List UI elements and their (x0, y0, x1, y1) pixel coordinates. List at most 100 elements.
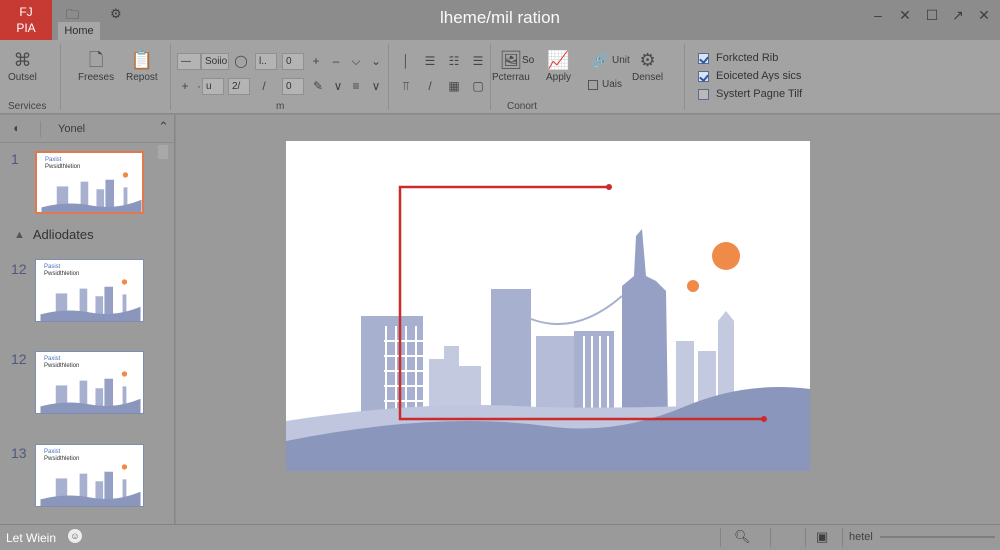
align-field[interactable]: So (519, 53, 541, 70)
building-left (361, 316, 423, 421)
plus-icon[interactable]: + (308, 53, 324, 70)
section-collapse-icon[interactable]: ▲ (14, 229, 25, 241)
notes-label[interactable]: hetel (849, 531, 873, 543)
status-bar: Let Wiein ☺ 🔍︎ ▣ hetel (0, 524, 1000, 550)
option-systert-pagne[interactable]: Systert Pagne Tilf (698, 88, 802, 100)
option-forkcted-rib[interactable]: Forkcted Rib (698, 52, 778, 64)
section-title: Adliodates (32, 227, 94, 242)
size-field-2[interactable]: 0 (282, 53, 304, 70)
tower (622, 229, 668, 421)
chevron-down-icon[interactable]: ⌵ (348, 53, 364, 70)
align-left-icon[interactable]: │ (398, 53, 414, 70)
outsel-button[interactable]: ⌘ Outsel (8, 48, 37, 83)
align-right-icon[interactable]: ☰ (470, 53, 486, 70)
repost-label: Repost (126, 72, 158, 83)
scrollbar[interactable] (158, 145, 168, 159)
minimize-icon[interactable]: – (868, 7, 888, 27)
gear-icon: ⚙ (639, 50, 656, 70)
status-left-text: Let Wiein (6, 531, 57, 545)
maximize-icon[interactable]: ☐ (922, 7, 942, 27)
thumb-city-illustration (40, 371, 141, 413)
option-label: Systert Pagne Tilf (716, 88, 803, 100)
checkbox-checked-icon[interactable] (698, 70, 709, 82)
divider (40, 121, 41, 137)
freeses-label: Freeses (78, 72, 115, 83)
indent-icon[interactable]: ⫪ (398, 78, 414, 95)
slide-number: 12 (11, 261, 27, 277)
checkbox-checked-icon[interactable] (698, 52, 709, 64)
divider (170, 44, 171, 110)
slide-thumbnail-3[interactable]: Paxist Pwsidthletion (35, 351, 144, 414)
checkbox-icon (588, 79, 598, 90)
back-icon[interactable]: ◖ (12, 121, 19, 135)
align-center-icon[interactable]: ☰ (422, 53, 438, 70)
list-icon[interactable]: ≡ (348, 78, 364, 95)
apply-label: Apply (546, 72, 572, 83)
line-style-field[interactable]: — (177, 53, 201, 70)
grid-icon[interactable]: ▦ (446, 78, 462, 95)
section-header[interactable]: ▲ Adliodates (14, 227, 94, 242)
chevron-icon[interactable]: ∨ (330, 78, 346, 95)
list-bullets-icon[interactable]: ☷ (446, 53, 462, 70)
slide-view-icon[interactable]: ▣ (816, 529, 828, 545)
accessibility-icon[interactable]: ☺ (68, 529, 82, 543)
collapse-icon[interactable]: ⌃ (158, 119, 169, 135)
slash-icon[interactable]: / (422, 78, 438, 95)
box-icon[interactable]: ▢ (470, 78, 486, 95)
thumb-city-illustration (40, 279, 141, 321)
close-small-icon[interactable]: ✕ (895, 7, 915, 27)
slide-thumbnail-2[interactable]: Pasist Pwsidthletion (35, 259, 144, 322)
font-name-field[interactable]: Soiio (201, 53, 229, 70)
italic-icon[interactable]: / (256, 78, 272, 95)
chevron-icon-2[interactable]: ∨ (368, 78, 384, 95)
ribbon: ⌘ Outsel Services 🗋 Freeses 📋 Repost — S… (0, 40, 1000, 114)
pen-icon[interactable]: ✎ (310, 78, 326, 95)
building-tall (491, 289, 531, 424)
slide-thumbnail-1[interactable]: Paxist Pwsidthletion (35, 151, 144, 214)
close-icon[interactable]: ✕ (974, 7, 994, 27)
uais-label: Uais (602, 79, 623, 90)
slide-number: 1 (11, 151, 19, 167)
densel-button[interactable]: ⚙ Densel (632, 48, 663, 83)
checkbox-icon[interactable] (698, 88, 709, 100)
divider (388, 44, 389, 110)
circle-shape-icon[interactable]: ◯ (233, 53, 249, 70)
thumb-city-illustration (41, 172, 142, 212)
divider (684, 44, 685, 110)
uais-button[interactable]: Uais (588, 79, 622, 90)
divider (490, 44, 491, 110)
size-field-4[interactable]: 0 (282, 78, 304, 95)
current-slide[interactable] (286, 141, 810, 471)
cable-line (530, 295, 623, 326)
sun-large (712, 242, 740, 270)
title-bar: FJ PIA 🗀 ⚙ Home lheme/mil ration – ✕ ☐ ↗… (0, 0, 1000, 40)
slide-number: 12 (11, 351, 27, 367)
chevron-down-icon-2[interactable]: ⌄ (368, 53, 384, 70)
guide-handle[interactable] (761, 416, 767, 422)
divider (60, 44, 61, 110)
minus-icon[interactable]: – (328, 53, 344, 70)
zoom-slider[interactable] (880, 536, 995, 538)
size-field-1[interactable]: l.. (255, 53, 277, 70)
chart-icon: 📈 (547, 50, 570, 70)
panel-title: Yonel (58, 123, 86, 135)
pin-icon[interactable]: ↗ (948, 7, 968, 27)
slide-thumbnail-4[interactable]: Paxist Pwsidthletion (35, 444, 144, 507)
thumb-city-illustration (40, 464, 141, 506)
option-label: Forkcted Rib (716, 52, 779, 64)
option-eoiceted[interactable]: Eoiceted Ays sics (698, 70, 801, 82)
group-label-middle: m (276, 101, 285, 112)
repost-button[interactable]: 📋 Repost (126, 48, 158, 83)
outsel-label: Outsel (8, 72, 37, 83)
unit-button[interactable]: 🔗 Unit (588, 48, 630, 72)
slides-panel: ◖ Yonel ⌃ 1 Paxist Pwsidthletion ▲ Adlio… (0, 115, 175, 524)
apply-button[interactable]: 📈 Apply (546, 48, 571, 83)
guide-handle[interactable] (606, 184, 612, 190)
search-icon[interactable]: 🔍︎ (734, 529, 751, 545)
group-label-services: Services (8, 101, 47, 112)
freeses-button[interactable]: 🗋 Freeses (78, 48, 114, 83)
sun-small (687, 280, 699, 292)
document-icon: 🗋 (88, 50, 104, 70)
style-field[interactable]: 2/ (228, 78, 250, 95)
size-field-3[interactable]: u (202, 78, 224, 95)
